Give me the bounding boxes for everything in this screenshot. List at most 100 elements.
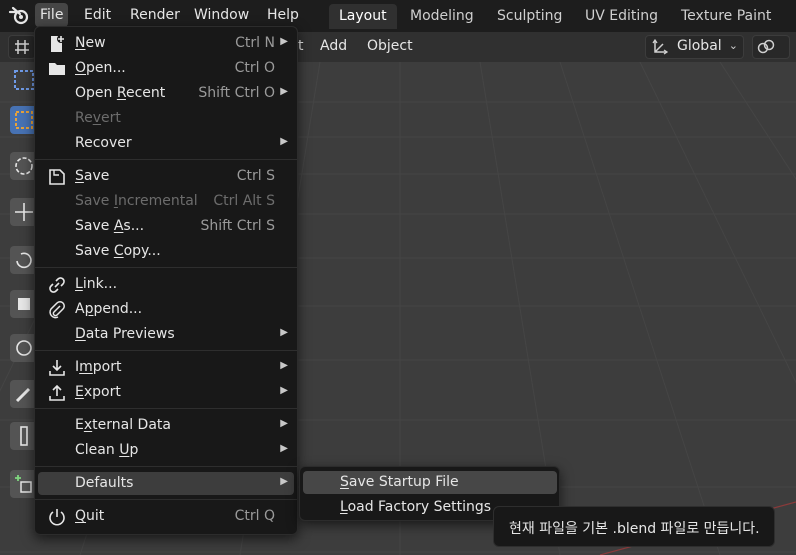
menu-item-link[interactable]: Link... bbox=[38, 273, 294, 296]
menu-item-save-copy[interactable]: Save Copy... bbox=[38, 240, 294, 263]
move-icon bbox=[15, 203, 33, 221]
submenu-arrow-icon: ▶ bbox=[280, 360, 288, 371]
pencil-icon bbox=[15, 387, 31, 403]
add-cube-icon bbox=[15, 475, 32, 493]
menu-file[interactable]: File bbox=[35, 3, 69, 27]
menu-item-data-previews[interactable]: Data Previews ▶ bbox=[38, 323, 294, 346]
menu-item-save-incremental: Save Incremental Ctrl Alt S bbox=[38, 190, 294, 213]
submenu-item-load-factory-label: Load Factory Settings bbox=[340, 499, 492, 515]
submenu-arrow-icon: ▶ bbox=[280, 443, 288, 454]
crosshair-icon bbox=[15, 157, 33, 175]
menu-select-partial[interactable]: t bbox=[298, 38, 304, 54]
menu-item-save[interactable]: Save Ctrl S bbox=[38, 165, 294, 188]
tab-modeling[interactable]: Modeling bbox=[400, 4, 484, 29]
menu-item-new-label: New bbox=[75, 35, 106, 51]
shortcut-open: Ctrl O bbox=[234, 60, 275, 76]
snap-dropdown[interactable] bbox=[752, 35, 790, 59]
save-icon bbox=[49, 169, 65, 185]
ruler-icon bbox=[20, 426, 28, 446]
tab-texture-paint[interactable]: Texture Paint bbox=[671, 4, 781, 29]
menu-separator bbox=[35, 466, 297, 467]
menu-item-import[interactable]: Import ▶ bbox=[38, 356, 294, 379]
tab-uv-editing[interactable]: UV Editing bbox=[575, 4, 668, 29]
menu-object[interactable]: Object bbox=[367, 38, 413, 54]
menu-item-external-data[interactable]: External Data ▶ bbox=[38, 414, 294, 437]
submenu-item-save-startup-file[interactable]: Save Startup File bbox=[303, 471, 557, 494]
menu-item-defaults-label: Defaults bbox=[75, 475, 134, 491]
shortcut-open-recent: Shift Ctrl O bbox=[198, 85, 275, 101]
transform-icon bbox=[16, 340, 32, 356]
submenu-item-save-startup-label: Save Startup File bbox=[340, 474, 459, 490]
grid-icon bbox=[15, 40, 29, 54]
tab-layout[interactable]: Layout bbox=[329, 4, 397, 29]
file-menu-dropdown: New Ctrl N ▶ Open... Ctrl O Open Recent … bbox=[34, 26, 298, 535]
menu-item-open[interactable]: Open... Ctrl O bbox=[38, 57, 294, 80]
menu-edit[interactable]: Edit bbox=[79, 3, 116, 27]
menu-item-save-incremental-label: Save Incremental bbox=[75, 193, 198, 209]
submenu-arrow-icon: ▶ bbox=[280, 327, 288, 338]
menu-item-revert: Revert bbox=[38, 107, 294, 130]
menu-item-defaults[interactable]: Defaults ▶ bbox=[38, 472, 294, 495]
menu-item-append-label: Append... bbox=[75, 301, 143, 317]
shortcut-save-incremental: Ctrl Alt S bbox=[213, 193, 275, 209]
menu-item-clean-up-label: Clean Up bbox=[75, 442, 139, 458]
shortcut-quit: Ctrl Q bbox=[234, 508, 275, 524]
export-icon bbox=[49, 384, 65, 401]
menu-render[interactable]: Render bbox=[125, 3, 185, 27]
power-icon bbox=[49, 509, 65, 526]
link-icon bbox=[49, 277, 65, 293]
tab-sculpting[interactable]: Sculpting bbox=[487, 4, 572, 29]
menu-item-import-label: Import bbox=[75, 359, 122, 375]
snap-link-icon bbox=[757, 39, 775, 54]
menu-item-external-data-label: External Data bbox=[75, 417, 171, 433]
menu-separator bbox=[35, 350, 297, 351]
menu-item-export-label: Export bbox=[75, 384, 121, 400]
menu-item-revert-label: Revert bbox=[75, 110, 121, 126]
menu-item-quit[interactable]: Quit Ctrl Q bbox=[38, 505, 294, 528]
menu-item-export[interactable]: Export ▶ bbox=[38, 381, 294, 404]
menu-separator bbox=[35, 159, 297, 160]
menu-item-open-label: Open... bbox=[75, 60, 126, 76]
blender-logo-icon[interactable] bbox=[8, 6, 30, 26]
menu-help[interactable]: Help bbox=[262, 3, 304, 27]
orientation-dropdown[interactable]: Global ⌄ bbox=[645, 35, 744, 59]
menu-item-clean-up[interactable]: Clean Up ▶ bbox=[38, 439, 294, 462]
menu-item-save-as-label: Save As... bbox=[75, 218, 145, 234]
rotate-icon bbox=[16, 252, 32, 269]
tooltip-text: 현재 파일을 기본 .blend 파일로 만듭니다. bbox=[509, 521, 760, 537]
menu-item-recover-label: Recover bbox=[75, 135, 132, 151]
folder-icon bbox=[49, 63, 65, 75]
orientation-value: Global bbox=[677, 38, 722, 54]
menu-separator bbox=[35, 499, 297, 500]
chevron-down-icon: ⌄ bbox=[728, 39, 738, 52]
select-box-icon bbox=[14, 70, 34, 90]
submenu-arrow-icon: ▶ bbox=[280, 136, 288, 147]
new-file-icon bbox=[51, 35, 65, 52]
menu-item-new[interactable]: New Ctrl N ▶ bbox=[38, 32, 294, 55]
menu-item-save-as[interactable]: Save As... Shift Ctrl S bbox=[38, 215, 294, 238]
menu-item-open-recent[interactable]: Open Recent Shift Ctrl O ▶ bbox=[38, 82, 294, 105]
tooltip: 현재 파일을 기본 .blend 파일로 만듭니다. bbox=[493, 506, 775, 547]
submenu-arrow-icon: ▶ bbox=[280, 385, 288, 396]
transform-orientation-icon bbox=[652, 38, 669, 55]
submenu-arrow-icon: ▶ bbox=[280, 86, 288, 97]
menu-item-quit-label: Quit bbox=[75, 508, 105, 524]
scale-icon bbox=[18, 298, 30, 310]
submenu-arrow-icon: ▶ bbox=[280, 36, 288, 47]
shortcut-save: Ctrl S bbox=[236, 168, 275, 184]
menu-item-link-label: Link... bbox=[75, 276, 118, 292]
menu-window[interactable]: Window bbox=[189, 3, 254, 27]
shortcut-new: Ctrl N bbox=[235, 35, 275, 51]
menu-add[interactable]: Add bbox=[320, 38, 347, 54]
paperclip-icon bbox=[49, 301, 65, 319]
cursor-tool-icon bbox=[15, 111, 33, 129]
menu-separator bbox=[35, 408, 297, 409]
submenu-arrow-icon: ▶ bbox=[280, 418, 288, 429]
menu-item-open-recent-label: Open Recent bbox=[75, 85, 166, 101]
menu-item-save-copy-label: Save Copy... bbox=[75, 243, 161, 259]
menu-separator bbox=[35, 267, 297, 268]
editor-type-button[interactable] bbox=[8, 35, 36, 59]
menu-item-recover[interactable]: Recover ▶ bbox=[38, 132, 294, 155]
menu-item-append[interactable]: Append... bbox=[38, 298, 294, 321]
shortcut-save-as: Shift Ctrl S bbox=[200, 218, 275, 234]
